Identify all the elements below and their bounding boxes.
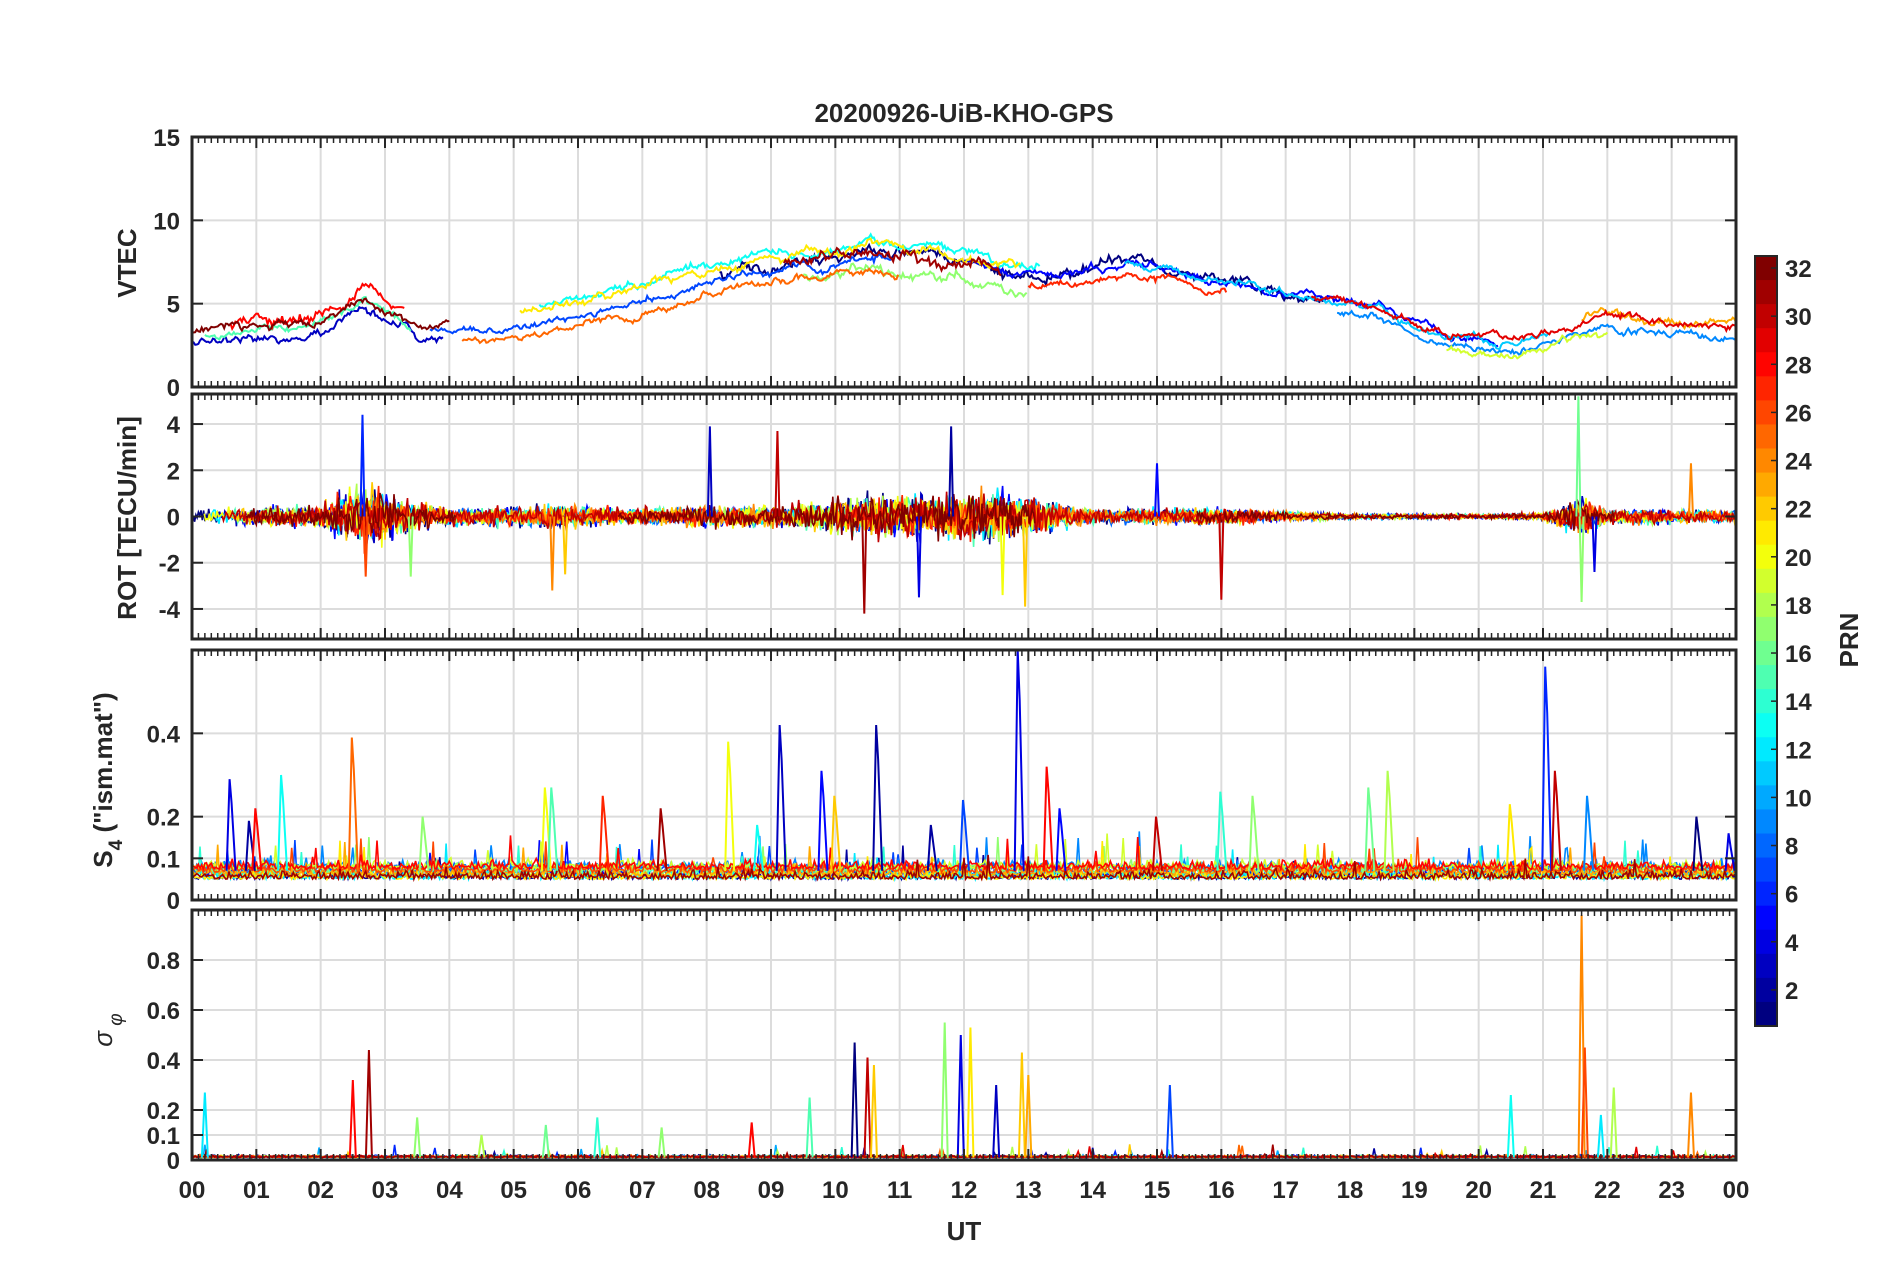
colorbar-tick-label: 32 <box>1785 256 1812 283</box>
x-tick-label: 10 <box>822 1177 849 1204</box>
x-tick-label: 12 <box>951 1177 978 1204</box>
sigma_phi-y-tick-label: 0.2 <box>147 1098 180 1125</box>
sigma_phi-y-tick-label: 0.6 <box>147 998 180 1025</box>
x-tick-label: 06 <box>565 1177 592 1204</box>
x-tick-label: 15 <box>1144 1177 1171 1204</box>
colorbar-tick-label: 20 <box>1785 545 1812 572</box>
vtec-y-axis-label: VTEC <box>112 228 142 298</box>
colorbar-segment <box>1755 568 1777 594</box>
colorbar-segment <box>1755 424 1777 449</box>
rot-y-tick-label: 2 <box>167 458 180 485</box>
x-tick-label: 04 <box>436 1177 463 1204</box>
rot-y-tick-label: -2 <box>159 551 180 578</box>
colorbar-label: PRN <box>1834 613 1864 668</box>
rot-y-tick-label: 4 <box>167 412 181 439</box>
colorbar-tick-label: 30 <box>1785 304 1812 331</box>
sigma_phi-y-tick-label: 0.8 <box>147 948 180 975</box>
x-tick-label: 03 <box>372 1177 399 1204</box>
sigma_phi-y-tick-label: 0.4 <box>147 1048 181 1075</box>
colorbar-segment <box>1755 280 1777 305</box>
x-tick-label: 09 <box>758 1177 785 1204</box>
colorbar-segment <box>1755 713 1777 738</box>
x-tick-label: 01 <box>243 1177 270 1204</box>
colorbar-segment <box>1755 761 1777 786</box>
colorbar-segment <box>1755 905 1777 931</box>
x-tick-label: 23 <box>1658 1177 1685 1204</box>
rot-y-tick-label: 0 <box>167 505 180 532</box>
x-tick-label: 22 <box>1594 1177 1621 1204</box>
x-tick-label: 08 <box>693 1177 720 1204</box>
colorbar-tick-label: 14 <box>1785 689 1812 716</box>
colorbar-tick-label: 28 <box>1785 352 1812 379</box>
x-tick-label: 02 <box>307 1177 334 1204</box>
colorbar-tick-label: 12 <box>1785 737 1812 764</box>
vtec-y-tick-label: 5 <box>167 292 180 319</box>
chart-title: 20200926-UiB-KHO-GPS <box>814 98 1113 128</box>
colorbar-tick-label: 16 <box>1785 641 1812 668</box>
x-tick-label: 07 <box>629 1177 656 1204</box>
x-tick-label: 20 <box>1465 1177 1492 1204</box>
colorbar-segment <box>1755 520 1777 546</box>
colorbar-segment <box>1755 376 1777 401</box>
x-tick-label: 19 <box>1401 1177 1428 1204</box>
x-tick-label: 14 <box>1079 1177 1106 1204</box>
x-tick-label: 13 <box>1015 1177 1042 1204</box>
s4-y-tick-label: 0 <box>167 888 180 915</box>
colorbar-segment <box>1755 953 1777 979</box>
sigma_phi-y-tick-label: 0.1 <box>147 1123 180 1150</box>
x-tick-label: 18 <box>1337 1177 1364 1204</box>
colorbar-segment <box>1755 616 1777 642</box>
colorbar-tick-label: 22 <box>1785 497 1812 524</box>
colorbar-segment <box>1755 665 1777 690</box>
rot-y-axis-label: ROT [TECU/min] <box>112 416 142 620</box>
x-tick-label: 05 <box>500 1177 527 1204</box>
x-tick-label: 00 <box>179 1177 206 1204</box>
vtec-y-tick-label: 0 <box>167 375 180 402</box>
colorbar-segment <box>1755 472 1777 498</box>
colorbar-segment <box>1755 809 1777 834</box>
s4-y-tick-label: 0.1 <box>147 846 180 873</box>
x-axis-label: UT <box>947 1216 982 1246</box>
x-tick-label: 17 <box>1272 1177 1299 1204</box>
colorbar-segment <box>1755 1001 1777 1027</box>
colorbar-tick-label: 8 <box>1785 834 1798 861</box>
colorbar-tick-label: 18 <box>1785 593 1812 620</box>
colorbar-tick-label: 2 <box>1785 978 1798 1005</box>
s4-y-tick-label: 0.2 <box>147 805 180 832</box>
x-tick-label: 16 <box>1208 1177 1235 1204</box>
colorbar-tick-label: 24 <box>1785 449 1812 476</box>
x-tick-label: 00 <box>1723 1177 1750 1204</box>
x-tick-label: 21 <box>1530 1177 1557 1204</box>
colorbar-tick-label: 10 <box>1785 785 1812 812</box>
colorbar-tick-label: 4 <box>1785 930 1799 957</box>
s4-y-tick-label: 0.4 <box>147 721 181 748</box>
colorbar-tick-label: 26 <box>1785 400 1812 427</box>
vtec-y-tick-label: 15 <box>153 125 180 152</box>
vtec-y-tick-label: 10 <box>153 208 180 235</box>
colorbar-tick-label: 6 <box>1785 882 1798 909</box>
sigma_phi-y-tick-label: 0 <box>167 1148 180 1175</box>
colorbar-segment <box>1755 328 1777 353</box>
x-tick-label: 11 <box>887 1177 912 1204</box>
rot-y-tick-label: -4 <box>159 597 181 624</box>
chart-figure: 20200926-UiB-KHO-GPS UT 051015 -4-2024 0… <box>0 0 1902 1272</box>
colorbar-segment <box>1755 857 1777 883</box>
